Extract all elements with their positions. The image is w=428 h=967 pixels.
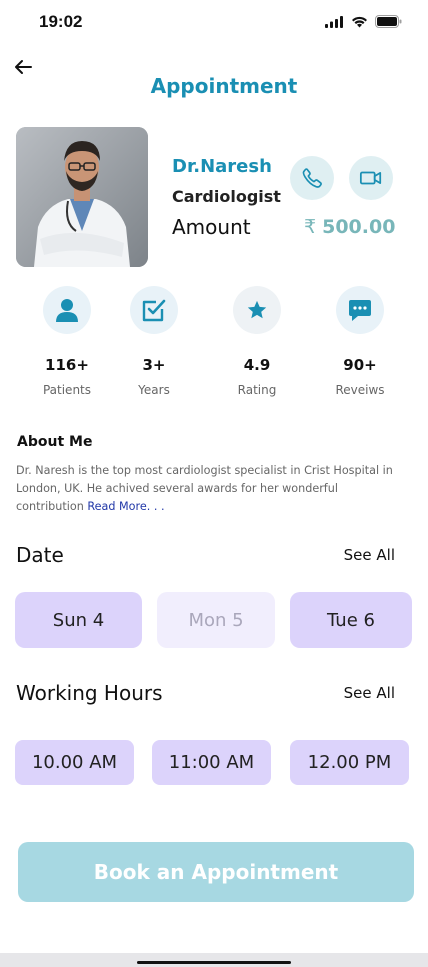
about-title: About Me <box>17 434 93 450</box>
date-section-title: Date <box>16 543 64 567</box>
date-option[interactable]: Tue 6 <box>290 592 412 648</box>
time-slot[interactable]: 11:00 AM <box>152 740 271 785</box>
read-more-link[interactable]: Read More. . . <box>87 500 164 513</box>
stat-value: 116+ <box>45 356 89 374</box>
checkbox-icon <box>142 299 166 322</box>
star-icon <box>247 300 267 319</box>
stat-value: 3+ <box>142 356 166 374</box>
video-camera-icon <box>359 171 382 185</box>
status-bar: 19:02 <box>0 0 428 46</box>
status-icons <box>325 15 402 28</box>
stat-years: 3+ Years <box>114 286 194 397</box>
stat-reviews: 90+ Reveiws <box>320 286 400 397</box>
stat-rating: 4.9 Rating <box>217 286 297 397</box>
time-slot[interactable]: 10.00 AM <box>15 740 134 785</box>
hours-section-title: Working Hours <box>16 681 163 705</box>
hours-see-all-link[interactable]: See All <box>344 684 395 702</box>
doctor-name: Dr.Naresh <box>172 156 272 177</box>
book-appointment-button[interactable]: Book an Appointment <box>18 842 414 902</box>
stat-label: Patients <box>42 383 92 397</box>
stat-value: 90+ <box>343 356 377 374</box>
cellular-signal-icon <box>325 15 343 28</box>
arrow-left-icon <box>15 60 32 74</box>
amount-label: Amount <box>172 215 251 239</box>
phone-icon <box>302 168 322 188</box>
date-option[interactable]: Mon 5 <box>157 592 275 648</box>
person-icon <box>56 299 78 322</box>
date-see-all-link[interactable]: See All <box>344 546 395 564</box>
amount-value: ₹500.00 <box>304 216 395 238</box>
wifi-icon <box>352 16 367 27</box>
stat-icon-circle <box>233 286 281 334</box>
stat-label: Rating <box>237 383 277 397</box>
bottom-bar <box>0 953 428 967</box>
call-button[interactable] <box>290 156 334 200</box>
stat-label: Years <box>138 383 170 397</box>
doctor-specialty: Cardiologist <box>172 187 281 206</box>
stat-patients: 116+ Patients <box>27 286 107 397</box>
chat-icon <box>349 300 371 321</box>
doctor-photo <box>16 127 148 267</box>
amount-number: 500.00 <box>322 216 396 238</box>
about-text: Dr. Naresh is the top most cardiologist … <box>16 462 408 516</box>
battery-icon <box>375 15 402 28</box>
home-indicator <box>137 961 291 964</box>
time-slot[interactable]: 12.00 PM <box>290 740 409 785</box>
video-call-button[interactable] <box>349 156 393 200</box>
stat-icon-circle <box>43 286 91 334</box>
stat-icon-circle <box>130 286 178 334</box>
page-title: Appointment <box>150 74 298 98</box>
stat-label: Reveiws <box>335 383 385 397</box>
stat-icon-circle <box>336 286 384 334</box>
about-body: Dr. Naresh is the top most cardiologist … <box>16 464 393 513</box>
status-time: 19:02 <box>39 12 83 31</box>
stat-value: 4.9 <box>243 356 271 374</box>
date-option[interactable]: Sun 4 <box>15 592 142 648</box>
currency-symbol: ₹ <box>304 216 317 238</box>
